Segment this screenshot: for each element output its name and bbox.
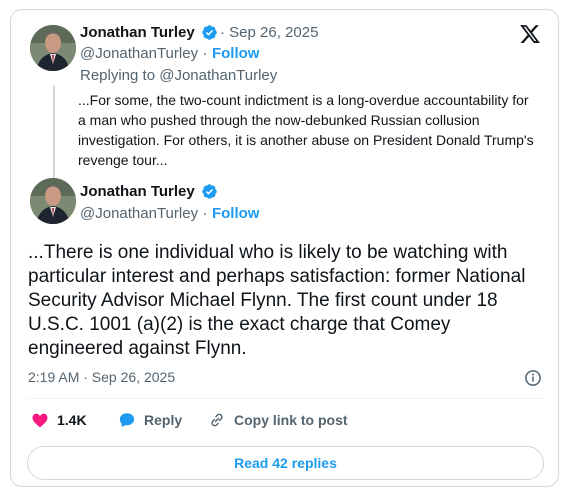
tweet-date[interactable]: · Sep 26, 2025 xyxy=(220,24,318,41)
reply-button[interactable]: Reply xyxy=(118,411,182,429)
separator-dot: · xyxy=(220,24,225,41)
copy-link-button[interactable]: Copy link to post xyxy=(208,411,348,429)
author-name[interactable]: Jonathan Turley xyxy=(80,183,195,200)
separator-dot: · xyxy=(202,205,208,222)
verified-badge-icon xyxy=(201,183,218,205)
date-text: Sep 26, 2025 xyxy=(229,24,319,41)
author-handle[interactable]: @JonathanTurley xyxy=(80,205,198,222)
reply-bubble-icon xyxy=(119,413,135,428)
thread-connector-line xyxy=(53,85,55,181)
follow-button[interactable]: Follow xyxy=(212,45,260,62)
tweet-text: ...There is one individual who is likely… xyxy=(28,242,526,359)
link-icon xyxy=(211,413,223,427)
tweet-embed-card: Jonathan Turley · Sep 26, 2025 @Jonathan… xyxy=(10,9,559,487)
copy-link-label: Copy link to post xyxy=(234,412,348,428)
follow-button[interactable]: Follow xyxy=(212,205,260,222)
tweet-timestamp[interactable]: 2:19 AM · Sep 26, 2025 xyxy=(28,369,175,385)
info-icon[interactable] xyxy=(524,369,542,392)
separator-dot: · xyxy=(202,45,208,62)
reply-label: Reply xyxy=(144,412,183,428)
author-name[interactable]: Jonathan Turley xyxy=(80,24,195,41)
avatar[interactable] xyxy=(30,178,76,224)
x-logo-icon[interactable] xyxy=(519,23,541,45)
handle-row: @JonathanTurley · Follow xyxy=(80,205,259,223)
divider xyxy=(27,398,544,399)
read-replies-button[interactable]: Read 42 replies xyxy=(27,446,544,480)
handle-row: @JonathanTurley · Follow xyxy=(80,45,259,63)
like-count: 1.4K xyxy=(57,412,87,428)
author-handle[interactable]: @JonathanTurley xyxy=(80,45,198,62)
verified-badge-icon xyxy=(201,24,218,46)
like-button[interactable]: 1.4K xyxy=(31,411,87,429)
replying-to-label[interactable]: Replying to @JonathanTurley xyxy=(80,67,277,84)
quoted-tweet-text: ...For some, the two-count indictment is… xyxy=(78,92,534,168)
heart-icon xyxy=(32,413,48,428)
avatar[interactable] xyxy=(30,25,76,71)
